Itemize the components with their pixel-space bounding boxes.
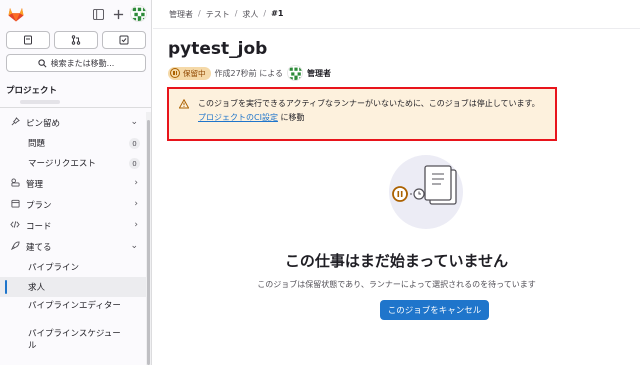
sidebar-item-issues[interactable]: 問題 0 <box>0 133 146 153</box>
breadcrumb-separator: / <box>263 9 267 18</box>
main-content: 管理者 / テスト / 求人 / #1 pytest_job 保留中 作成27秒… <box>153 0 640 365</box>
sidebar-item-label: パイプラインスケジュール <box>28 329 121 351</box>
chevron-down-icon: ⌄ <box>130 241 138 251</box>
created-info: 作成27秒前 による <box>214 68 283 78</box>
search-button[interactable]: 検索または移動... <box>6 54 146 72</box>
todo-icon <box>119 35 129 45</box>
sidebar-item-label: パイプラインエディター <box>28 301 121 311</box>
user-avatar[interactable] <box>286 65 303 81</box>
sidebar-item-label: 問題 <box>28 139 46 149</box>
merge-requests-shortcut-button[interactable] <box>54 31 98 49</box>
rocket-icon <box>10 240 20 253</box>
chevron-right-icon: › <box>134 199 138 209</box>
sidebar-item-manage[interactable]: 管理 › <box>0 173 146 194</box>
sidebar-item-label: 管理 <box>26 179 44 190</box>
sidebar-item-jobs[interactable]: 求人 <box>0 277 146 297</box>
count-badge: 0 <box>129 138 140 149</box>
pin-icon <box>10 116 20 129</box>
search-icon <box>38 58 47 67</box>
sidebar-nav: ピン留め ⌄ 問題 0 マージリクエスト 0 管理 › プラン › コード › … <box>0 112 146 353</box>
breadcrumb-separator: / <box>234 9 238 18</box>
sidebar-item-pipeline-editor[interactable]: パイプラインエディター <box>0 297 146 325</box>
user-link[interactable]: 管理者 <box>307 68 331 79</box>
merge-request-icon <box>71 35 81 45</box>
sidebar-item-label: マージリクエスト <box>28 159 96 169</box>
project-section-title: プロジェクト <box>6 86 58 96</box>
chevron-right-icon: › <box>134 220 138 230</box>
sidebar-item-pipeline-schedules[interactable]: パイプラインスケジュール <box>0 325 146 353</box>
issues-shortcut-button[interactable] <box>6 31 50 49</box>
sidebar-item-label: パイプライン <box>28 263 80 273</box>
search-button-label: 検索または移動... <box>50 58 115 68</box>
sidebar-header <box>0 0 151 28</box>
sidebar-item-code[interactable]: コード › <box>0 215 146 236</box>
pending-job-illustration <box>389 155 463 229</box>
breadcrumb: 管理者 / テスト / 求人 / #1 <box>169 9 283 20</box>
sidebar-item-build[interactable]: 建てる ⌄ <box>0 236 146 257</box>
sidebar-item-label: ピン留め <box>26 118 61 129</box>
plus-icon[interactable] <box>111 7 125 21</box>
empty-state-description: このジョブは保留状態であり、ランナーによって選択されるのを待っています <box>257 280 536 289</box>
breadcrumb-jobs[interactable]: 求人 <box>242 9 258 20</box>
chevron-right-icon: › <box>134 178 138 188</box>
breadcrumb-separator: / <box>198 9 201 18</box>
todos-shortcut-button[interactable] <box>102 31 146 49</box>
sidebar-toggle-icon[interactable] <box>91 7 105 21</box>
project-name-placeholder <box>20 100 60 104</box>
breadcrumb-current-job[interactable]: #1 <box>271 9 283 20</box>
status-badge[interactable]: 保留中 <box>168 66 211 80</box>
sidebar-scrollbar-thumb[interactable] <box>147 120 150 365</box>
job-meta: 保留中 作成27秒前 による 管理者 <box>168 65 331 81</box>
sidebar-item-plan[interactable]: プラン › <box>0 194 146 215</box>
status-badge-label: 保留中 <box>183 68 206 78</box>
breadcrumb-admin[interactable]: 管理者 <box>169 9 193 20</box>
sidebar: 検索または移動... プロジェクト ピン留め ⌄ 問題 0 マージリクエスト 0… <box>0 0 152 365</box>
sidebar-item-pipelines[interactable]: パイプライン <box>0 257 146 277</box>
pending-status-icon <box>170 68 180 78</box>
page-title: pytest_job <box>168 39 268 59</box>
sidebar-item-label: 求人 <box>28 283 46 293</box>
user-avatar[interactable] <box>130 5 147 22</box>
plan-icon <box>10 199 20 211</box>
sidebar-item-label: 建てる <box>26 242 52 253</box>
empty-state-title: この仕事はまだ始まっていません <box>284 252 509 270</box>
breadcrumb-divider <box>153 28 640 29</box>
sidebar-item-label: コード <box>26 221 52 232</box>
cancel-job-button[interactable]: このジョブをキャンセル <box>380 300 489 320</box>
sidebar-item-label: プラン <box>26 200 52 211</box>
sidebar-item-merge-requests[interactable]: マージリクエスト 0 <box>0 153 146 173</box>
sidebar-item-pinned[interactable]: ピン留め ⌄ <box>0 112 146 133</box>
count-badge: 0 <box>129 158 140 169</box>
code-icon <box>10 220 20 232</box>
breadcrumb-project[interactable]: テスト <box>206 9 230 20</box>
highlight-frame <box>167 87 557 141</box>
gitlab-logo-icon[interactable] <box>7 5 25 23</box>
sidebar-divider <box>0 107 151 108</box>
manage-icon <box>10 177 20 190</box>
issue-icon <box>24 35 32 45</box>
sidebar-quick-actions <box>6 31 146 49</box>
chevron-down-icon: ⌄ <box>130 117 138 127</box>
